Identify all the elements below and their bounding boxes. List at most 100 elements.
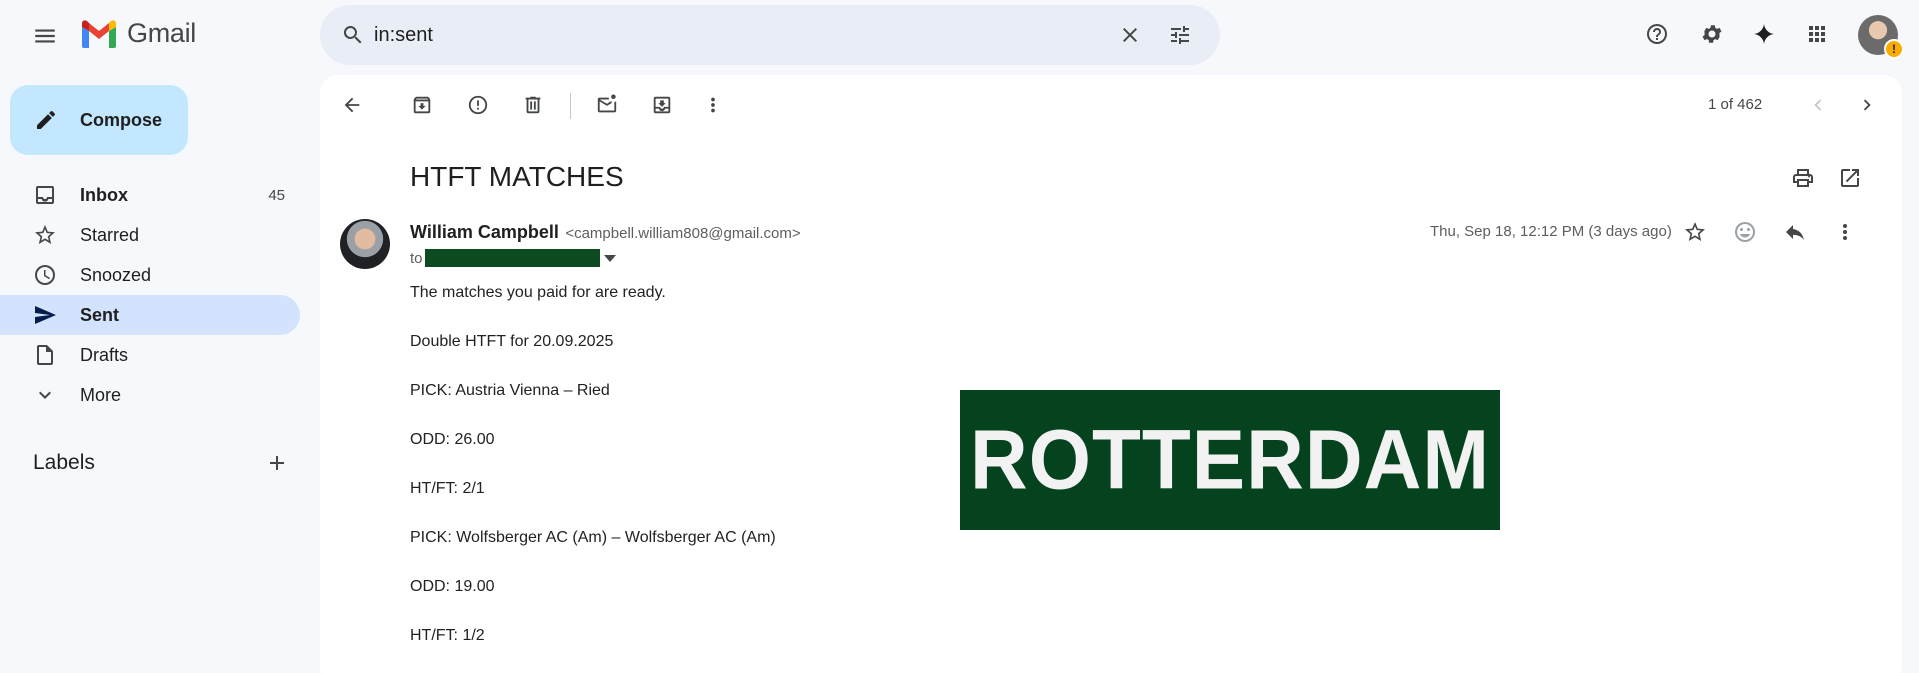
account-avatar[interactable]: ! <box>1858 15 1904 59</box>
search-button[interactable] <box>333 15 373 55</box>
compose-button[interactable]: Compose <box>10 85 188 155</box>
to-label: to <box>410 249 423 267</box>
arrow-back-icon <box>344 97 360 113</box>
gmail-logo[interactable]: Gmail <box>80 18 196 49</box>
inbox-icon <box>36 186 54 204</box>
move-to-button[interactable] <box>642 85 682 125</box>
trash-icon <box>525 96 541 114</box>
body-line: PICK: Wolfsberger AC (Am) – Wolfsberger … <box>410 529 776 546</box>
reply-icon <box>1786 225 1804 240</box>
emoji-icon <box>1735 222 1755 242</box>
sidebar-item-drafts[interactable]: Drafts <box>0 335 300 375</box>
star-icon <box>1685 222 1705 241</box>
move-to-inbox-icon <box>653 96 671 114</box>
back-button[interactable] <box>332 85 372 125</box>
sender-name[interactable]: William Campbell <box>410 222 559 242</box>
sender-line: William Campbell <campbell.william808@gm… <box>410 222 801 243</box>
hamburger-icon <box>35 29 55 43</box>
gmail-logo-text: Gmail <box>127 18 197 48</box>
recipient-details-caret-icon[interactable] <box>603 254 616 262</box>
warning-icon: ! <box>1884 39 1904 59</box>
body-line: Double HTFT for 20.09.2025 <box>410 333 614 350</box>
message-more-button[interactable] <box>1825 212 1865 252</box>
open-new-window-button[interactable] <box>1830 158 1870 198</box>
body-line: HT/FT: 2/1 <box>410 480 485 497</box>
sidebar-item-label: Drafts <box>80 344 129 365</box>
search-icon <box>343 26 362 44</box>
delete-button[interactable] <box>513 85 553 125</box>
toolbar-divider <box>570 93 571 119</box>
create-label-button[interactable] <box>257 443 297 483</box>
clear-search-button[interactable] <box>1110 15 1150 55</box>
message-subject: HTFT MATCHES <box>410 161 624 192</box>
search-bar[interactable] <box>320 5 1220 65</box>
gear-icon <box>1702 25 1722 43</box>
apps-grid-icon <box>1809 26 1825 42</box>
sidebar-item-sent[interactable]: Sent <box>0 295 300 335</box>
search-options-button[interactable] <box>1160 15 1200 55</box>
body-line: The matches you paid for are ready. <box>410 284 666 301</box>
more-actions-button[interactable] <box>693 85 733 125</box>
gmail-m-icon <box>82 19 116 48</box>
labels-heading: Labels <box>33 451 95 474</box>
message-body: The matches you paid for are ready. Doub… <box>410 283 776 673</box>
sidebar-item-label: Snoozed <box>80 264 152 285</box>
sidebar-item-label: Inbox <box>80 184 128 205</box>
sidebar-item-label: Sent <box>80 304 120 325</box>
embedded-banner-image: ROTTERDAM <box>960 390 1500 530</box>
sender-avatar[interactable] <box>340 219 390 269</box>
newer-button[interactable] <box>1798 85 1838 125</box>
recipient-line: to <box>410 249 616 267</box>
body-line: PICK: Austria Vienna – Ried <box>410 382 610 399</box>
search-input[interactable] <box>374 21 1074 49</box>
mark-unread-button[interactable] <box>587 85 627 125</box>
settings-button[interactable] <box>1692 14 1732 54</box>
close-icon <box>1123 28 1137 42</box>
main-menu-button[interactable] <box>24 15 66 57</box>
more-vert-icon <box>1843 224 1847 240</box>
sidebar-item-starred[interactable]: Starred <box>0 215 300 255</box>
star-message-button[interactable] <box>1675 212 1715 252</box>
send-icon <box>35 306 56 324</box>
support-button[interactable] <box>1637 14 1677 54</box>
report-spam-button[interactable] <box>458 85 498 125</box>
gemini-button[interactable] <box>1744 14 1784 54</box>
chevron-left-icon <box>1814 99 1822 111</box>
add-reaction-button[interactable] <box>1725 212 1765 252</box>
body-line: ODD: 26.00 <box>410 431 495 448</box>
sparkle-icon <box>1754 24 1774 44</box>
message-toolbar: 1 of 462 <box>320 75 1902 135</box>
archive-button[interactable] <box>402 85 442 125</box>
print-icon <box>1793 169 1813 187</box>
sidebar-item-snoozed[interactable]: Snoozed <box>0 255 300 295</box>
sender-email: <campbell.william808@gmail.com> <box>565 225 801 242</box>
print-button[interactable] <box>1783 158 1823 198</box>
message-view: 1 of 462 HTFT MATCHES William Campbell <… <box>320 75 1902 673</box>
mark-unread-icon <box>597 94 617 113</box>
report-icon <box>468 95 488 115</box>
sidebar-item-label: Starred <box>80 224 140 245</box>
plus-icon <box>270 456 284 470</box>
chevron-right-icon <box>1863 99 1871 111</box>
clock-icon <box>35 265 55 285</box>
body-line: HT/FT: 1/2 <box>410 627 485 644</box>
sidebar-item-label: More <box>80 384 122 405</box>
chevron-down-icon <box>39 391 51 399</box>
pencil-icon <box>37 110 55 129</box>
body-line: ODD: 19.00 <box>410 578 495 595</box>
redacted-recipient <box>424 249 600 267</box>
star-icon <box>35 225 55 244</box>
older-button[interactable] <box>1847 85 1887 125</box>
open-in-new-icon <box>1841 169 1859 187</box>
sidebar-item-more[interactable]: More <box>0 375 300 415</box>
tune-icon <box>1171 26 1189 44</box>
archive-icon <box>413 96 431 114</box>
google-apps-button[interactable] <box>1797 14 1837 54</box>
compose-label: Compose <box>80 110 163 130</box>
message-date: Thu, Sep 18, 12:12 PM (3 days ago) <box>1430 223 1672 240</box>
sidebar-item-inbox[interactable]: Inbox 45 <box>0 175 300 215</box>
sidebar-nav: Inbox 45 Starred Snoozed Sent Drafts Mor… <box>0 175 300 415</box>
reply-button[interactable] <box>1775 212 1815 252</box>
banner-text: ROTTERDAM <box>969 412 1491 507</box>
more-vert-icon <box>711 97 715 113</box>
